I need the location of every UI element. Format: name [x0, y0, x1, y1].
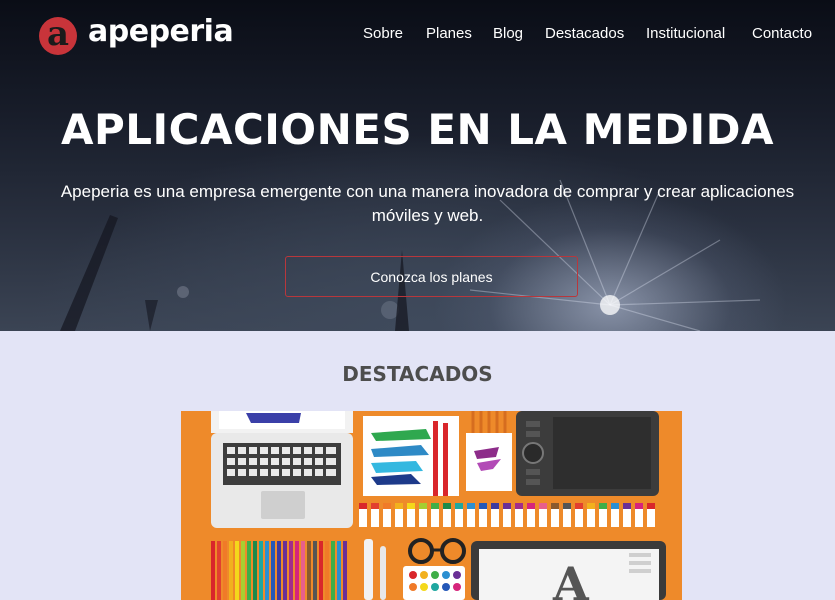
featured-section-title: DESTACADOS — [342, 362, 493, 386]
brand-name[interactable]: apeperia — [88, 14, 234, 49]
view-plans-button[interactable]: Conozca los planes — [285, 256, 578, 297]
hero-section: a apeperia Sobre Planes Blog Destacados … — [0, 0, 835, 331]
nav-item-planes[interactable]: Planes — [426, 25, 472, 42]
nav-item-blog[interactable]: Blog — [493, 25, 523, 42]
hero-subtitle: Apeperia es una empresa emergente con un… — [60, 182, 795, 225]
nav-item-destacados[interactable]: Destacados — [545, 25, 624, 42]
designer-workspace-illustration-icon: A — [181, 411, 682, 600]
nav-item-contacto[interactable]: Contacto — [752, 25, 812, 42]
nav-item-institucional[interactable]: Institucional — [646, 25, 725, 42]
nav-item-sobre[interactable]: Sobre — [363, 25, 403, 42]
hero-title: APLICACIONES EN LA MEDIDA — [60, 105, 775, 154]
svg-text:A: A — [552, 557, 590, 600]
brand-logo-icon[interactable]: a — [39, 17, 77, 55]
featured-image[interactable]: A — [181, 411, 682, 600]
top-navbar: a apeperia Sobre Planes Blog Destacados … — [0, 0, 835, 70]
